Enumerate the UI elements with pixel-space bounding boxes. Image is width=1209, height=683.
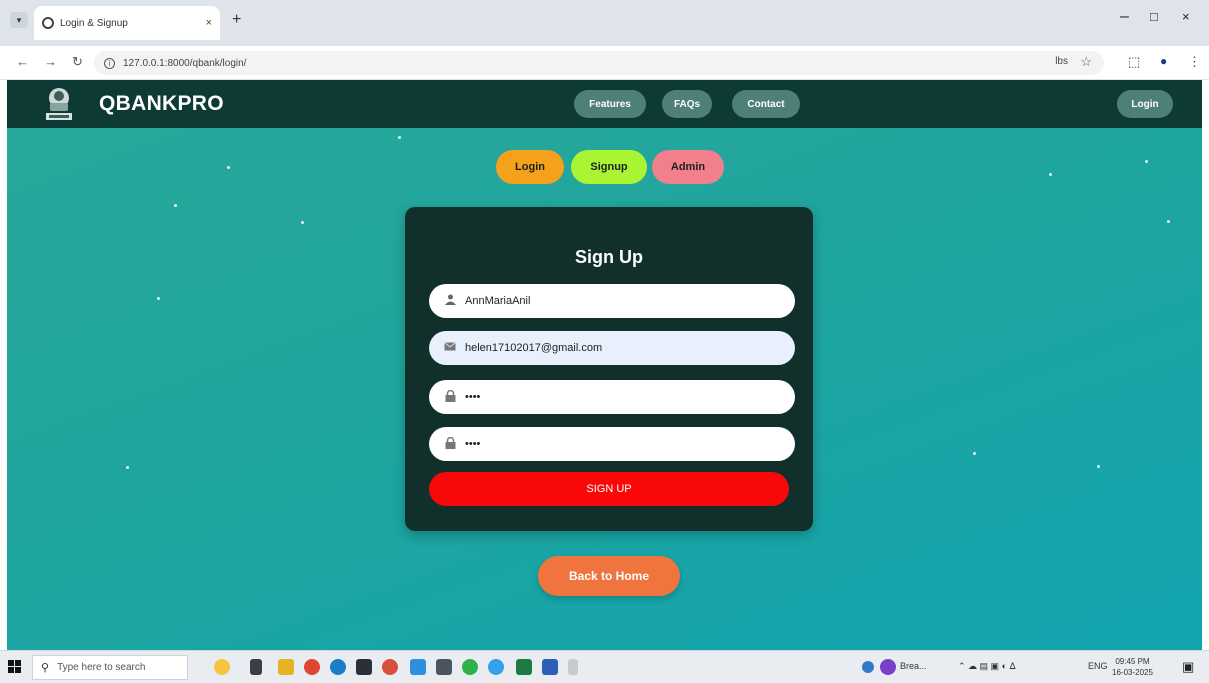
site-info-icon[interactable]: i: [104, 57, 115, 69]
envelope-icon: [443, 342, 457, 354]
url-input[interactable]: i 127.0.0.1:8000/qbank/login/ lbs ☆: [94, 51, 1104, 75]
window-close-button[interactable]: ×: [1182, 9, 1190, 24]
sparkle-widget-icon[interactable]: [214, 659, 230, 675]
username-field[interactable]: AnnMariaAnil: [429, 284, 795, 318]
user-icon: [443, 294, 457, 308]
chrome-alt-icon[interactable]: [382, 659, 398, 675]
password-field[interactable]: ••••: [429, 380, 795, 414]
url-text: 127.0.0.1:8000/qbank/login/: [123, 57, 247, 69]
background-star: [1167, 220, 1170, 223]
confirm-password-value: ••••: [465, 438, 481, 450]
vscode-icon[interactable]: [410, 659, 426, 675]
background-star: [973, 452, 976, 455]
reload-button[interactable]: ↻: [72, 54, 83, 70]
language-indicator[interactable]: ENG: [1088, 661, 1108, 671]
back-to-home-button[interactable]: Back to Home: [538, 556, 680, 596]
taskbar-search-input[interactable]: ⚲ Type here to search: [32, 655, 188, 680]
signup-title: Sign Up: [575, 247, 643, 267]
file-explorer-icon[interactable]: [278, 659, 294, 675]
background-star: [1049, 173, 1052, 176]
notification-icon[interactable]: ▣: [1182, 659, 1194, 675]
store-icon[interactable]: [356, 659, 372, 675]
confirm-password-field[interactable]: ••••: [429, 427, 795, 461]
extensions-icon[interactable]: ⬚: [1128, 54, 1140, 70]
copilot-icon[interactable]: [880, 659, 896, 675]
task-view-icon[interactable]: [250, 659, 262, 675]
back-button[interactable]: ←: [16, 54, 29, 69]
clock-date: 16-03-2025: [1112, 668, 1153, 677]
signup-toggle-button[interactable]: Signup: [571, 150, 647, 184]
system-tray-icons[interactable]: ⌃ ☁ ▤ ▣ ◐ ᐃ: [958, 661, 1016, 672]
email-field[interactable]: helen17102017@gmail.com: [429, 331, 795, 365]
browser-menu-icon[interactable]: ⋮: [1188, 54, 1201, 70]
browser-address-bar: ← → ↻ i 127.0.0.1:8000/qbank/login/ lbs …: [0, 46, 1209, 80]
app-gallery-icon[interactable]: [436, 659, 452, 675]
background-star: [174, 204, 177, 207]
admin-toggle-button[interactable]: Admin: [652, 150, 724, 184]
excel-icon[interactable]: [516, 659, 532, 675]
lock-icon: [443, 389, 457, 405]
chrome-icon[interactable]: [304, 659, 320, 675]
site-navbar: QBANKPRO Features FAQs Contact Login: [7, 80, 1202, 128]
browser-tabbar: ▾ Login & Signup × + – □ ×: [0, 0, 1209, 46]
clock-time: 09:45 PM: [1115, 657, 1150, 666]
background-star: [157, 297, 160, 300]
browser-tab[interactable]: Login & Signup ×: [34, 6, 220, 40]
background-star: [227, 166, 230, 169]
taskbar-clock[interactable]: 09:45 PM 16-03-2025: [1112, 656, 1153, 678]
word-icon[interactable]: [542, 659, 558, 675]
password-value: ••••: [465, 391, 481, 403]
background-star: [398, 136, 401, 139]
username-value: AnnMariaAnil: [465, 295, 531, 307]
nav-contact-button[interactable]: Contact: [732, 90, 800, 118]
lock-icon: [443, 436, 457, 452]
search-icon: ⚲: [41, 662, 50, 674]
tab-favicon-icon: [42, 17, 54, 29]
app-circle-icon[interactable]: [488, 659, 504, 675]
signup-card: Sign Up AnnMariaAnil helen17102017@gmail…: [405, 207, 813, 531]
tab-title: Login & Signup: [60, 17, 128, 29]
translate-icon[interactable]: lbs: [1055, 56, 1068, 67]
tab-close-icon[interactable]: ×: [206, 17, 212, 29]
login-toggle-button[interactable]: Login: [496, 150, 564, 184]
window-minimize-button[interactable]: –: [1120, 8, 1129, 26]
window-maximize-button[interactable]: □: [1150, 9, 1158, 24]
brand-name: QBANKPRO: [99, 92, 224, 115]
weather-text[interactable]: Brea...: [900, 661, 927, 671]
new-tab-button[interactable]: +: [232, 11, 241, 29]
windows-start-icon[interactable]: [8, 660, 22, 674]
taskbar-search-placeholder: Type here to search: [57, 662, 146, 673]
profile-icon[interactable]: ●: [1160, 54, 1167, 68]
background-star: [126, 466, 129, 469]
forward-button[interactable]: →: [44, 54, 57, 69]
edge-icon[interactable]: [330, 659, 346, 675]
signup-submit-button[interactable]: SIGN UP: [429, 472, 789, 506]
nav-features-button[interactable]: Features: [574, 90, 646, 118]
email-value: helen17102017@gmail.com: [465, 342, 603, 354]
nav-login-button[interactable]: Login: [1117, 90, 1173, 118]
qbankpro-logo-icon: [46, 88, 72, 120]
background-star: [1097, 465, 1100, 468]
weather-icon[interactable]: [862, 661, 874, 673]
python-icon[interactable]: [568, 659, 578, 675]
whatsapp-icon[interactable]: [462, 659, 478, 675]
background-star: [1145, 160, 1148, 163]
background-star: [301, 221, 304, 224]
tab-search-icon[interactable]: ▾: [10, 12, 28, 28]
windows-taskbar: ⚲ Type here to search Brea... ⌃ ☁ ▤ ▣ ◐ …: [0, 650, 1209, 683]
page-background: QBANKPRO Features FAQs Contact Login Log…: [7, 80, 1202, 650]
nav-faqs-button[interactable]: FAQs: [662, 90, 712, 118]
bookmark-star-icon[interactable]: ☆: [1080, 54, 1092, 70]
